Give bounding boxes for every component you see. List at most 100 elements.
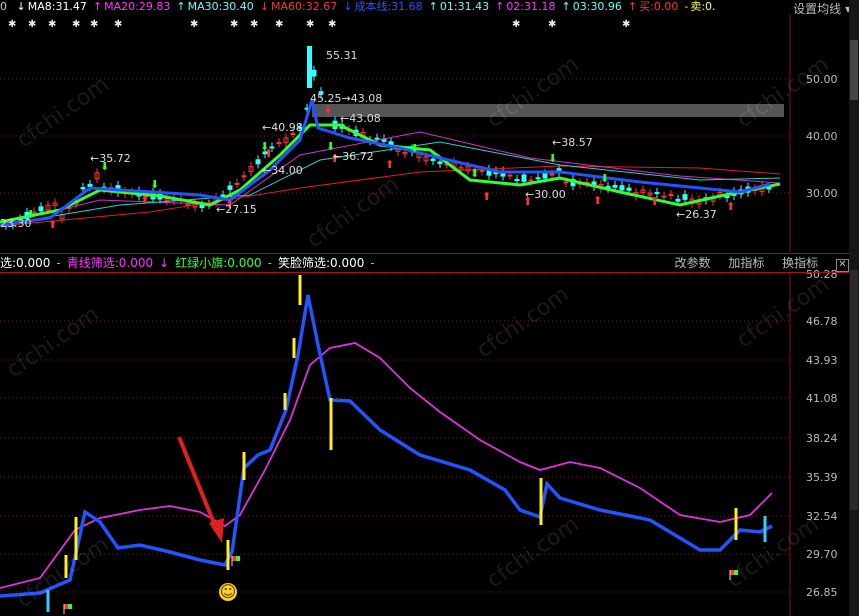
candle-body [654, 192, 660, 195]
indicator-value: - [56, 256, 61, 270]
star-marker: ✱ [8, 19, 16, 30]
lower-axis-label: 35.39 [806, 471, 838, 484]
buy-arrow-icon: ⬆ [140, 194, 149, 207]
candle-body [430, 158, 436, 162]
price-panel: 50.0040.0030.00✱ ✱ ✱ ✱ ✱ ✱ ✱ ✱ ✱ ✱ ✱ ✱ ✱ ✱ ✱⬆⬆ ⬆⬆ ⬆ ⬆⬆ ⬆ ⬆ ⬆… [0, 19, 838, 231]
lower-axis-label: 43.93 [806, 354, 838, 367]
candle-body [227, 185, 233, 190]
price-annotation: 55.31 [326, 49, 358, 62]
lower-axis-label: 46.78 [806, 315, 838, 328]
scrollbar-thumb-lower[interactable] [850, 270, 858, 510]
star-marker: ✱ [28, 19, 36, 30]
smiley-icon: ☺ [219, 582, 237, 601]
upper-grid [0, 78, 790, 194]
price-annotation: 45.25→43.08 [310, 92, 382, 105]
star-marker: ✱ [622, 19, 630, 30]
buy-arrow-icon: ⬆ [726, 200, 735, 213]
price-annotation: ←30.00 [525, 188, 566, 201]
candle-body [479, 169, 485, 172]
price-annotation: ←36.72 [333, 150, 374, 163]
price-annotation: ←27.15 [216, 203, 257, 216]
edit-params-button[interactable]: 改参数 [674, 256, 710, 270]
candle-body [661, 195, 667, 198]
switch-indicator-button[interactable]: 换指标 [782, 256, 818, 270]
close-icon[interactable]: ✕ [836, 259, 849, 272]
candle-body [766, 187, 772, 190]
buy-arrow-icon: ⬆ [593, 194, 602, 207]
price-annotation: 23.30 [0, 217, 32, 230]
star-marker: ✱ [512, 19, 520, 30]
price-annotation: ←26.37 [676, 208, 717, 221]
buy-arrow-icon: ⬆ [48, 218, 57, 231]
upper-axis-label: 30.00 [806, 187, 838, 200]
candle-body [675, 198, 681, 202]
upper-axis-label: 40.00 [806, 130, 838, 143]
candle-body [276, 142, 282, 145]
buy-arrow-icon: ⬆ [385, 158, 394, 171]
red-arrow-shaft [177, 436, 218, 529]
indicator-value: - [370, 256, 375, 270]
candle-body [507, 174, 513, 177]
price-annotation: ←40.98 [262, 121, 303, 134]
lower-axis-label: 26.85 [806, 586, 838, 599]
candle-body [549, 173, 555, 176]
red-arrow-head [209, 518, 224, 543]
price-annotation: ←35.72 [90, 152, 131, 165]
scrollbar-thumb[interactable] [850, 40, 858, 100]
price-annotation: ←38.57 [552, 136, 593, 149]
vertical-scrollbar[interactable] [849, 0, 859, 616]
sell-arrow-icon: ⬇ [410, 142, 419, 155]
star-marker: ✱ [275, 19, 283, 30]
sell-arrow-icon: ⬇ [260, 140, 269, 153]
indicator-buttons: 改参数 加指标 换指标 ✕ [666, 254, 855, 272]
sell-arrow-icon: ⬇ [548, 152, 557, 165]
stock-chart[interactable]: 50.0040.0030.00✱ ✱ ✱ ✱ ✱ ✱ ✱ ✱ ✱ ✱ ✱ ✱ ✱ ✱ ✱⬆⬆ ⬆⬆ ⬆ ⬆⬆ ⬆ ⬆ ⬆… [0, 0, 848, 616]
red-flag-icon [232, 556, 236, 561]
lower-grid [0, 273, 790, 593]
lower-axis-label: 38.24 [806, 432, 838, 445]
candle-body [87, 183, 93, 187]
sell-arrow-icon: ⬇ [150, 178, 159, 191]
sell-arrow-icon: ⬇ [470, 167, 479, 180]
indicator-value: 红绿小旗:0.000 [175, 256, 262, 270]
candle-body [374, 137, 380, 140]
indicator-panel: 50.2846.7843.9341.0838.2435.3932.5429.70… [0, 268, 838, 614]
candle-body [437, 161, 443, 165]
star-marker: ✱ [190, 19, 198, 30]
candle-body [563, 181, 569, 184]
candle-body [514, 178, 520, 181]
candle-body [535, 177, 541, 180]
green-flag-icon [68, 604, 72, 609]
star-marker: ✱ [114, 19, 122, 30]
candle-body [542, 173, 548, 179]
price-annotation: ←43.08 [340, 112, 381, 125]
indicator-value: 青线筛选:0.000 [66, 256, 154, 270]
indicator-value: 笑脸筛选:0.000 [277, 256, 365, 270]
candle-body [619, 185, 625, 191]
candle-body [38, 206, 44, 212]
indicator-value-list: 选:0.000- 青线筛选:0.000 ↓ 红绿小旗:0.000- 笑脸筛选:0.000… [0, 256, 381, 270]
candle-body [311, 69, 317, 77]
candle-body [199, 204, 205, 208]
red-flag-icon [64, 604, 68, 609]
indicator-header-bar: 选:0.000- 青线筛选:0.000 ↓ 红绿小旗:0.000- 笑脸筛选:0.000… [0, 253, 859, 273]
candle-body [626, 187, 632, 191]
star-marker: ✱ [90, 19, 98, 30]
magenta-indicator-line [0, 342, 773, 589]
candle-body [668, 194, 674, 197]
star-marker: ✱ [230, 19, 238, 30]
candle-body [80, 187, 86, 190]
indicator-value: - [267, 256, 272, 270]
star-marker: ✱ [306, 19, 314, 30]
star-marker: ✱ [48, 19, 56, 30]
star-marker: ✱ [72, 19, 80, 30]
candle-body [220, 194, 226, 197]
price-annotation: ←34.00 [262, 164, 303, 177]
star-marker: ✱ [250, 19, 258, 30]
lower-axis-label: 29.70 [806, 548, 838, 561]
green-flag-icon [236, 556, 240, 561]
star-marker: ✱ [548, 19, 556, 30]
sell-arrow-icon: ⬇ [600, 172, 609, 185]
indicator-value: ↓ [159, 256, 170, 270]
add-indicator-button[interactable]: 加指标 [728, 256, 764, 270]
